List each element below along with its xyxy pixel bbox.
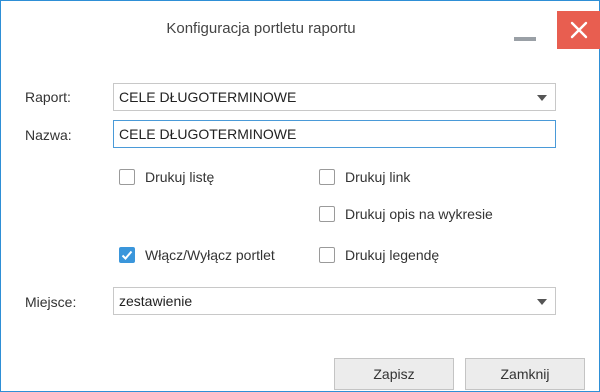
miejsce-select-value: zestawienie [119,293,193,309]
raport-label: Raport: [25,89,71,105]
raport-select-value: CELE DŁUGOTERMINOWE [119,89,297,105]
chevron-down-icon [537,95,547,101]
drukuj-opis-label: Drukuj opis na wykresie [345,206,493,222]
drukuj-legende-label: Drukuj legendę [345,247,440,263]
drukuj-link-label: Drukuj link [345,169,411,185]
save-button[interactable]: Zapisz [334,358,454,390]
close-button[interactable] [557,11,600,49]
wlacz-portlet-label: Włącz/Wyłącz portlet [145,247,275,263]
nazwa-input[interactable]: CELE DŁUGOTERMINOWE [113,120,556,148]
checkbox-icon [319,169,335,185]
miejsce-label: Miejsce: [25,294,77,310]
drukuj-liste-label: Drukuj listę [145,169,215,185]
dialog-title: Konfiguracja portletu raportu [166,20,356,37]
title-bar[interactable]: Konfiguracja portletu raportu [1,1,600,61]
close-icon [570,21,588,39]
checkbox-icon [119,169,135,185]
nazwa-input-value: CELE DŁUGOTERMINOWE [119,126,297,142]
close-dialog-button[interactable]: Zamknij [465,358,585,390]
drukuj-liste-checkbox[interactable]: Drukuj listę [119,169,214,185]
wlacz-portlet-checkbox[interactable]: Włącz/Wyłącz portlet [119,247,275,263]
nazwa-label: Nazwa: [25,127,72,143]
checkmark-icon [121,250,133,260]
drukuj-legende-checkbox[interactable]: Drukuj legendę [319,247,439,263]
dialog-window: Konfiguracja portletu raportu Raport: CE… [0,0,600,392]
minimize-button[interactable] [514,37,536,41]
checkbox-icon [319,247,335,263]
drukuj-link-checkbox[interactable]: Drukuj link [319,169,410,185]
miejsce-select[interactable]: zestawienie [113,287,556,315]
drukuj-opis-checkbox[interactable]: Drukuj opis na wykresie [319,206,493,222]
chevron-down-icon [537,299,547,305]
checkbox-checked-icon [119,247,135,263]
checkbox-icon [319,206,335,222]
raport-select[interactable]: CELE DŁUGOTERMINOWE [113,83,556,111]
